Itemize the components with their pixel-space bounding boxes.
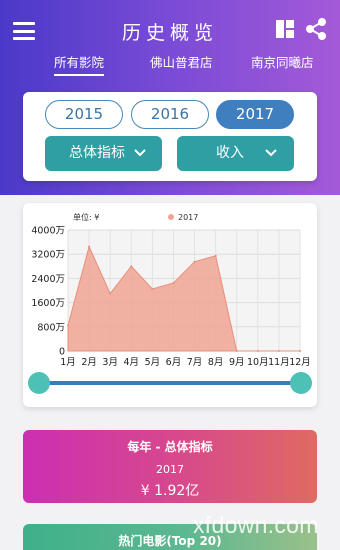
x-tick-label: 8月 <box>208 357 224 368</box>
data-point <box>67 324 69 327</box>
x-tick-label: 10月 <box>247 357 269 368</box>
summary-title: 每年 - 总体指标 <box>127 440 213 454</box>
range-slider-track[interactable] <box>39 381 301 385</box>
top-bar: 历史概览 <box>0 0 340 58</box>
chevron-down-icon <box>134 149 146 157</box>
year-2017-button[interactable]: 2017 <box>216 100 294 129</box>
unit-label: 单位: ¥ <box>73 212 99 222</box>
x-tick-label: 5月 <box>145 357 161 368</box>
x-tick-label: 2月 <box>81 357 97 368</box>
revenue-dropdown-label: 收入 <box>216 145 244 161</box>
tab-nanjing[interactable]: 南京同曦店 <box>251 52 314 71</box>
x-tick-label: 9月 <box>229 357 245 368</box>
y-tick-label: 2400万 <box>31 274 65 285</box>
summary-year: 2017 <box>156 463 184 476</box>
x-tick-label: 3月 <box>102 357 118 368</box>
y-tick-label: 4000万 <box>31 226 65 237</box>
year-2015-button[interactable]: 2015 <box>45 100 123 129</box>
summary-card[interactable]: 每年 - 总体指标 2017 ¥ 1.92亿 <box>23 430 317 503</box>
x-tick-label: 1月 <box>60 357 76 368</box>
tab-all-cinemas[interactable]: 所有影院 <box>54 52 105 76</box>
data-point <box>109 292 112 295</box>
x-tick-label: 11月 <box>268 357 290 368</box>
x-tick-label: 6月 <box>166 357 182 368</box>
share-icon[interactable] <box>305 18 327 40</box>
y-tick-label: 800万 <box>37 322 65 333</box>
x-tick-label: 4月 <box>123 357 139 368</box>
data-point <box>130 265 133 268</box>
filter-card: 2015 2016 2017 总体指标 收入 <box>23 92 317 181</box>
range-slider-start-handle[interactable] <box>28 372 50 394</box>
data-point <box>235 350 238 352</box>
data-point <box>277 350 280 352</box>
chart-card: 4000万 3200万 2400万 1600万 800万 0 1月 2月 3月 4月 5月 6月 7月 8… <box>23 203 317 407</box>
data-point <box>151 287 154 290</box>
year-2016-button[interactable]: 2016 <box>131 100 209 129</box>
y-tick-label: 0 <box>59 347 65 358</box>
legend-marker <box>168 214 174 220</box>
revenue-dropdown[interactable]: 收入 <box>177 136 294 171</box>
y-tick-label: 3200万 <box>31 250 65 261</box>
summary-value: ¥ 1.92亿 <box>140 483 200 499</box>
data-point <box>299 350 301 352</box>
grid-icon[interactable] <box>276 20 294 38</box>
cinema-tabs: 所有影院 佛山普君店 南京同曦店 <box>0 52 340 76</box>
data-point <box>214 254 217 257</box>
legend-label: 2017 <box>178 213 198 222</box>
chevron-down-icon <box>265 149 277 157</box>
metric-dropdown[interactable]: 总体指标 <box>45 136 162 171</box>
x-tick-label: 7月 <box>187 357 203 368</box>
data-point <box>172 281 175 284</box>
data-point <box>256 350 259 352</box>
range-slider-end-handle[interactable] <box>290 372 312 394</box>
revenue-area-chart: 4000万 3200万 2400万 1600万 800万 01月 2月 3月 4月 5月 6月 7月 8… <box>31 212 311 368</box>
tab-foshan[interactable]: 佛山普君店 <box>150 52 213 71</box>
data-point <box>88 245 91 248</box>
y-tick-label: 1600万 <box>31 298 65 309</box>
watermark-text: xfdown.com <box>193 512 319 538</box>
x-tick-label: 12月 <box>289 357 311 368</box>
metric-dropdown-label: 总体指标 <box>69 145 125 161</box>
data-point <box>193 260 196 263</box>
